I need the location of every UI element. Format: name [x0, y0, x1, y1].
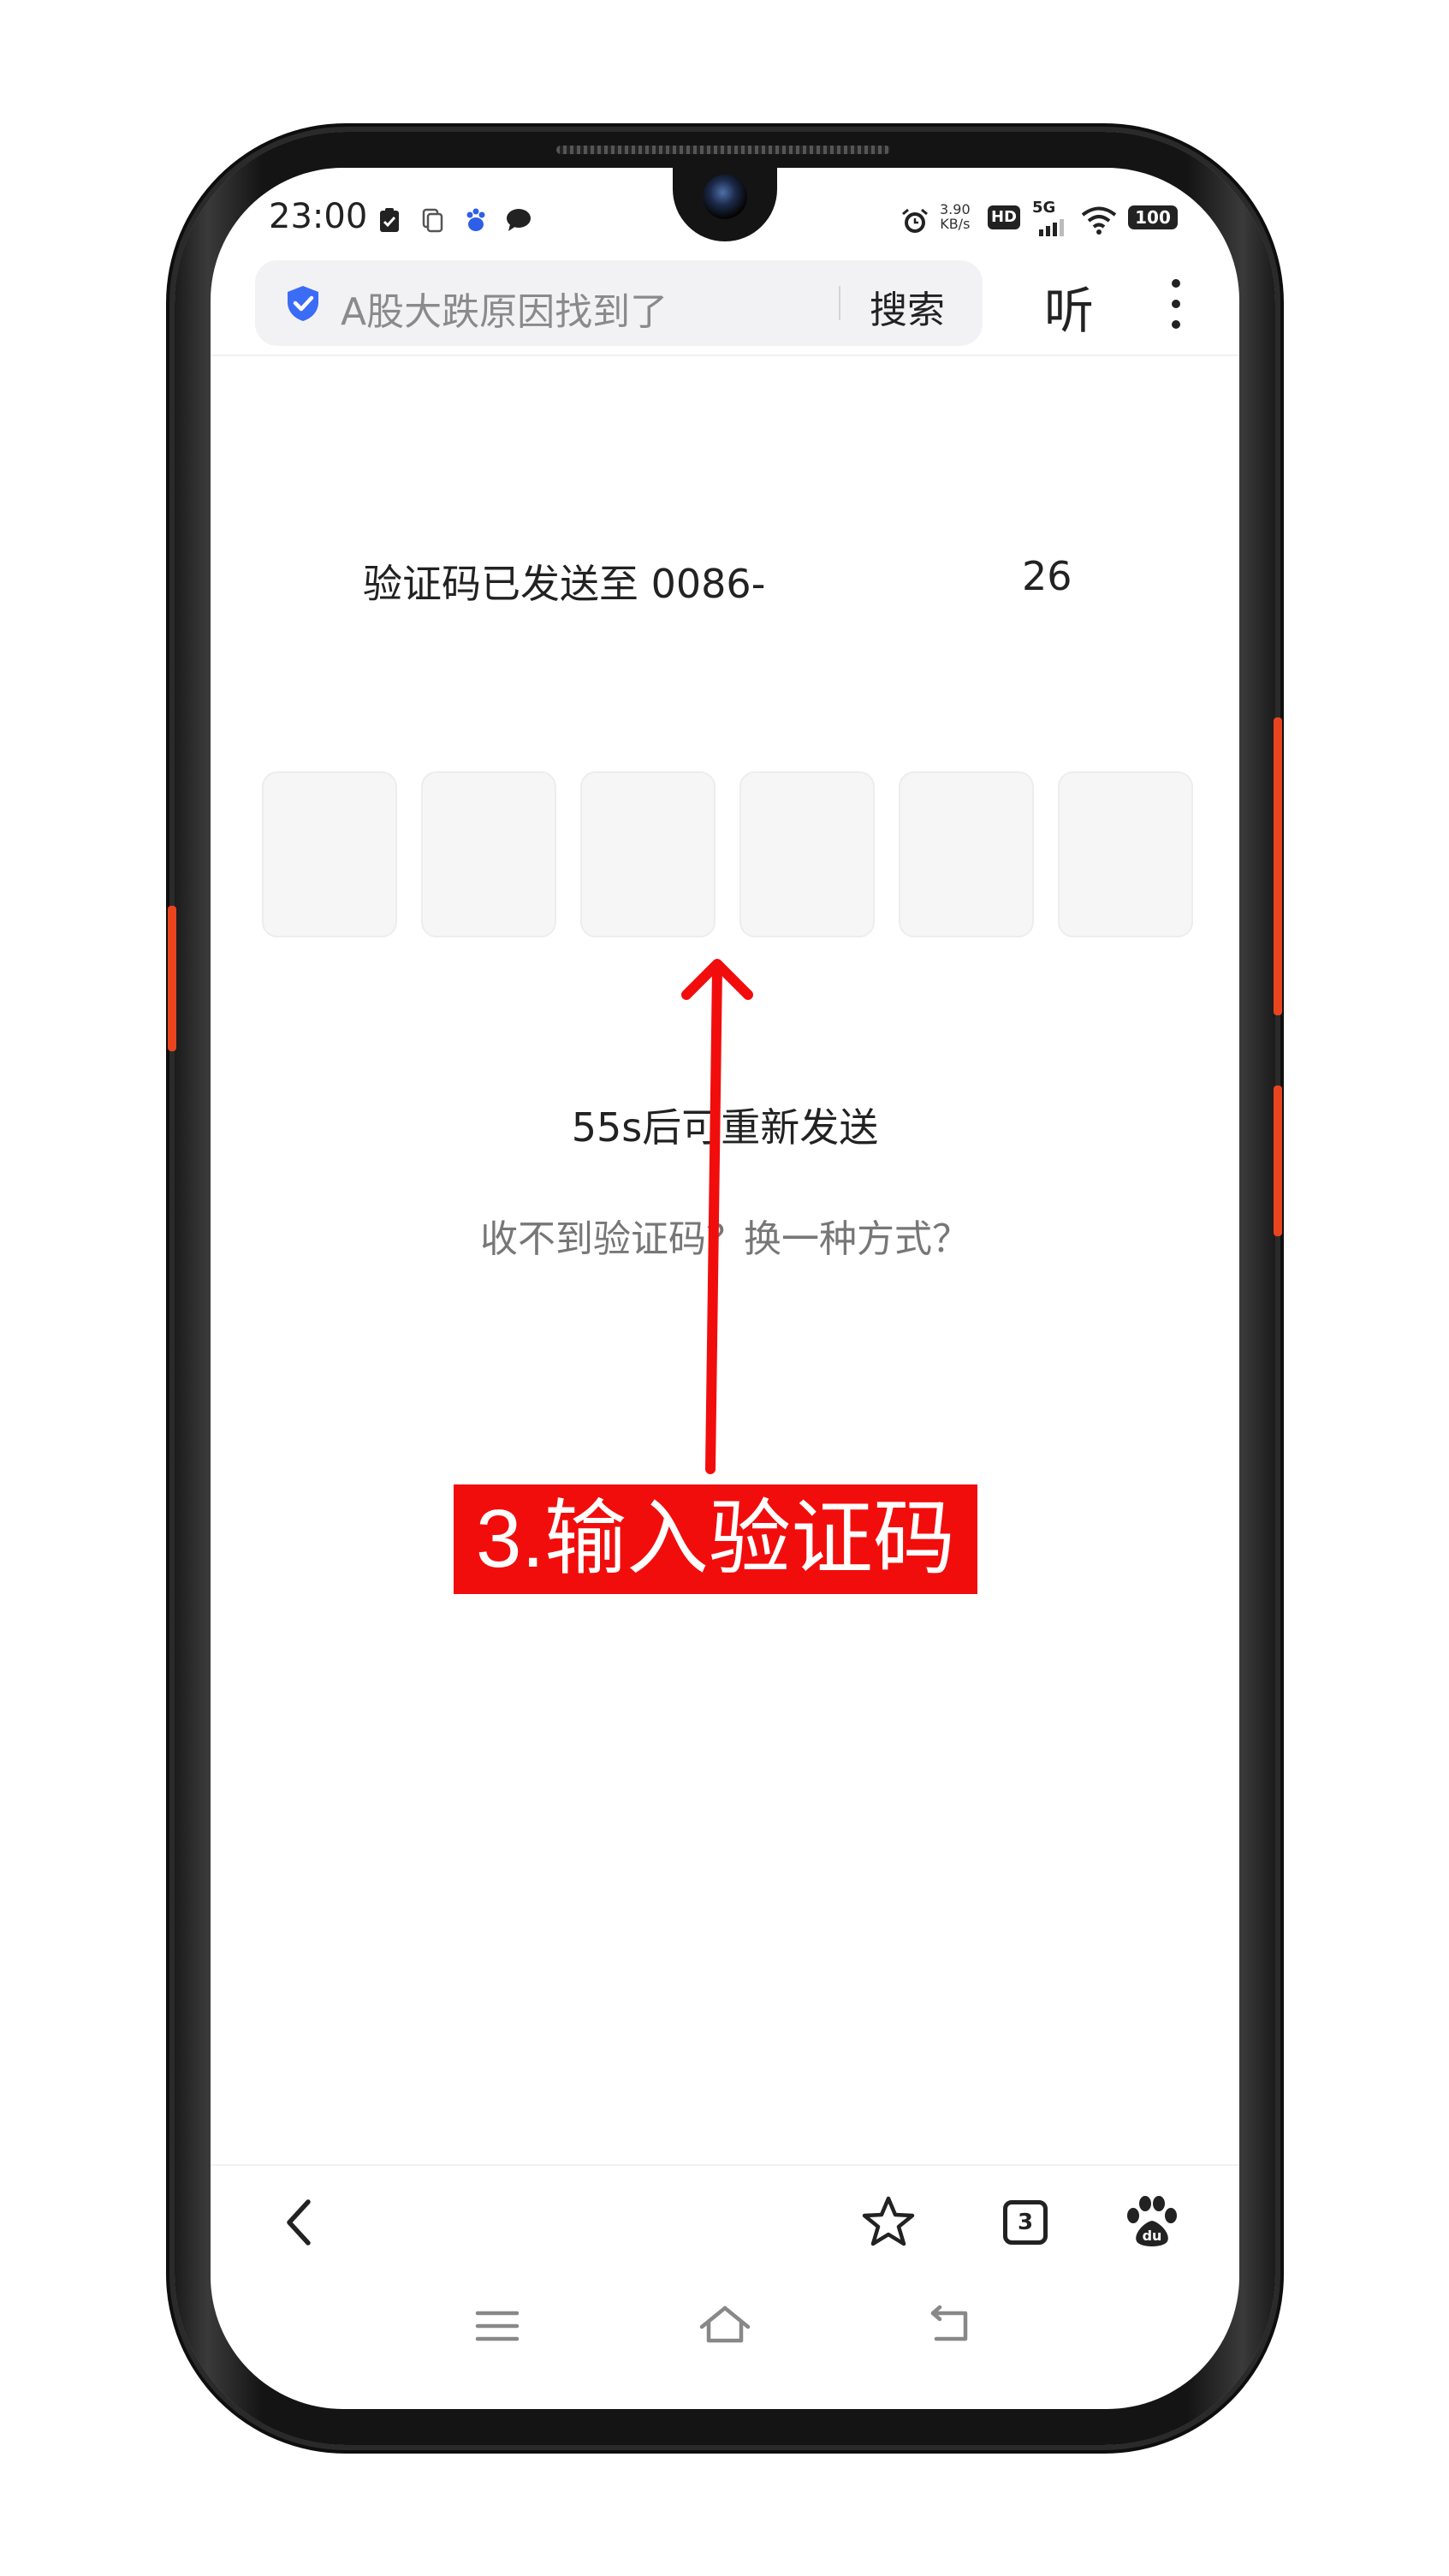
search-box[interactable]: A股大跌原因找到了 搜索	[255, 260, 983, 346]
code-digit-box-1[interactable]	[262, 771, 397, 937]
search-button[interactable]: 搜索	[870, 279, 945, 334]
verification-code-input-row[interactable]	[262, 771, 1195, 939]
right-side-button-upper	[1274, 717, 1282, 1015]
code-digit-box-4[interactable]	[739, 771, 875, 937]
redacted-phone-mask	[817, 551, 1015, 606]
code-digit-box-2[interactable]	[421, 771, 556, 937]
listen-button[interactable]: 听	[1044, 271, 1094, 342]
browser-top-bar: A股大跌原因找到了 搜索 听	[211, 253, 1239, 356]
svg-text:du: du	[1143, 2228, 1162, 2244]
message-bubble-icon	[505, 207, 532, 239]
screenshot-stage: 23:00 3.90 KB/s HD 5G 100 A股大跌原因找到了 搜索 听…	[0, 0, 1449, 2576]
status-time: 23:00	[269, 197, 368, 236]
network-speed-unit: KB/s	[940, 216, 971, 232]
baidu-paw-icon	[464, 207, 488, 239]
right-side-button-lower	[1274, 1086, 1282, 1236]
back-arrow-icon[interactable]	[270, 2192, 332, 2253]
search-divider	[839, 286, 840, 320]
menu-icon[interactable]	[467, 2296, 527, 2356]
alternate-method-link[interactable]: 收不到验证码？换一种方式？	[211, 1208, 1239, 1263]
return-icon[interactable]	[921, 2296, 981, 2356]
clipboard-check-icon	[378, 207, 401, 239]
status-bar: 23:00 3.90 KB/s HD 5G 100	[211, 185, 1239, 253]
code-sent-message: 验证码已发送至 0086-	[363, 561, 766, 607]
code-digit-box-5[interactable]	[899, 771, 1034, 937]
annotation-arrow	[681, 959, 753, 1474]
search-input[interactable]: A股大跌原因找到了	[341, 281, 668, 336]
system-nav-bar	[211, 2279, 1239, 2382]
code-sent-phone-tail: 26	[1022, 553, 1072, 599]
battery-level: 100	[1128, 205, 1178, 229]
network-speed-value: 3.90	[940, 201, 971, 217]
left-side-button	[168, 906, 176, 1051]
browser-bottom-bar: 3 du	[211, 2164, 1239, 2279]
resend-countdown: 55s后可重新发送	[571, 1104, 879, 1151]
home-icon[interactable]	[695, 2296, 755, 2356]
wifi-icon	[1080, 205, 1118, 241]
network-speed: 3.90 KB/s	[940, 202, 971, 231]
favorite-star-icon[interactable]	[858, 2192, 919, 2253]
security-shield-icon	[288, 286, 318, 321]
tab-count-button[interactable]: 3	[1003, 2200, 1048, 2245]
phone-screen: 23:00 3.90 KB/s HD 5G 100 A股大跌原因找到了 搜索 听…	[211, 168, 1239, 2409]
signal-bars-icon	[1037, 214, 1065, 242]
step-annotation-label: 3.输入验证码	[454, 1484, 977, 1594]
earpiece-speaker	[556, 146, 890, 154]
alarm-clock-icon	[900, 207, 929, 241]
copy-icon	[421, 207, 443, 239]
hd-badge: HD	[988, 205, 1020, 229]
baidu-home-icon[interactable]: du	[1121, 2192, 1183, 2253]
code-digit-box-6[interactable]	[1058, 771, 1193, 937]
more-menu-icon[interactable]	[1167, 272, 1185, 336]
code-digit-box-3[interactable]	[580, 771, 716, 937]
